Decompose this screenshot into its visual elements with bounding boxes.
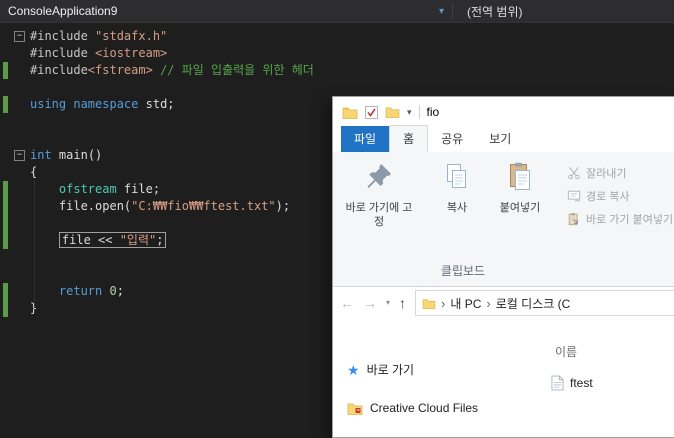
copy-label: 복사 (446, 202, 468, 214)
navigation-bar: ← → ▾ ↑ › 내 PC › 로컬 디스크 (C (333, 287, 674, 319)
code-line[interactable]: #include<fstream> // 파일 입출력을 위한 헤더 (0, 62, 674, 79)
fold-gutter: − (8, 147, 30, 164)
code-line[interactable]: − #include "stdafx.h" (0, 28, 674, 45)
pin-to-quick-access-button[interactable]: 바로 가기에 고정 (341, 160, 417, 231)
explorer-content: ★ 바로 가기 Creative Cloud Files 이름 ftest (333, 319, 674, 437)
column-header-name[interactable]: 이름 (555, 343, 577, 360)
copy-path-icon (567, 189, 581, 203)
code-line-text: int main() (30, 148, 103, 162)
paste-shortcut-label: 바로 가기 붙여넣기 (586, 214, 674, 226)
breadcrumb-item-drive[interactable]: 로컬 디스크 (C (496, 295, 571, 312)
paste-button[interactable]: 붙여넣기 (487, 160, 553, 217)
clipboard-small-buttons: 잘라내기 경로 복사 바로 가기 붙여넣기 (567, 160, 673, 228)
code-line-text: { (30, 165, 38, 179)
sidebar-item-creative-cloud-files[interactable]: Creative Cloud Files (347, 401, 478, 415)
fold-gutter (8, 96, 30, 113)
copy-path-button[interactable]: 경로 복사 (567, 187, 673, 205)
fold-gutter (8, 62, 30, 79)
code-line-text: using namespace std; (30, 97, 175, 111)
tab-view[interactable]: 보기 (476, 126, 524, 152)
quick-access-label: 바로 가기 (366, 363, 415, 377)
breadcrumb-chevron-icon: › (441, 295, 446, 311)
window-title: fio (426, 105, 440, 119)
up-button[interactable]: ↑ (399, 296, 406, 310)
fold-gutter (8, 181, 30, 198)
star-icon: ★ (347, 361, 360, 378)
code-line-text: file.open("C:₩₩fio₩₩ftest.txt"); (30, 199, 291, 213)
address-bar[interactable]: › 내 PC › 로컬 디스크 (C (415, 290, 674, 316)
file-explorer-window: ▾ fio 파일 홈 공유 보기 바로 가기에 고정 복사 붙여넣기 잘라내기 … (332, 96, 674, 438)
copy-button[interactable]: 복사 (431, 160, 483, 217)
fold-collapse-icon[interactable]: − (14, 31, 25, 42)
creative-cloud-folder-icon (347, 402, 363, 415)
file-name: ftest (570, 376, 593, 390)
breadcrumb-chevron-icon: › (486, 295, 491, 311)
member-scope-dropdown[interactable]: (전역 범위) (453, 0, 674, 22)
fold-gutter (8, 45, 30, 62)
quick-access-toolbar-caret-icon[interactable]: ▾ (407, 107, 412, 118)
pin-label: 바로 가기에 고정 (345, 202, 413, 228)
new-folder-icon[interactable] (385, 106, 400, 118)
project-scope-dropdown[interactable]: ConsoleApplication9 ▾ (0, 0, 452, 22)
explorer-titlebar[interactable]: ▾ fio (333, 97, 674, 127)
editor-navigation-bar: ConsoleApplication9 ▾ (전역 범위) (0, 0, 674, 23)
address-folder-icon (422, 298, 436, 309)
copy-icon (435, 162, 479, 198)
code-line[interactable] (0, 79, 674, 96)
sidebar-item-quick-access[interactable]: ★ 바로 가기 (347, 361, 414, 378)
tab-share[interactable]: 공유 (428, 126, 476, 152)
paste-icon (491, 162, 549, 198)
fold-gutter (8, 266, 30, 283)
fold-gutter (8, 232, 30, 249)
divider (418, 105, 420, 119)
history-dropdown-icon[interactable]: ▾ (386, 299, 390, 307)
fold-gutter (8, 130, 30, 147)
copy-path-label: 경로 복사 (586, 191, 630, 203)
statement-highlight-box: file << "입력"; (58, 232, 167, 248)
code-line-text: #include "stdafx.h" (30, 29, 168, 43)
fold-gutter (8, 198, 30, 215)
fold-gutter: − (8, 28, 30, 45)
indent-guide (34, 181, 35, 310)
forward-button[interactable]: → (363, 296, 377, 310)
breadcrumb-item-pc[interactable]: 내 PC (450, 295, 481, 312)
back-button[interactable]: ← (340, 296, 354, 310)
chevron-down-icon: ▾ (438, 5, 444, 17)
fold-gutter (8, 113, 30, 130)
window-folder-icon (342, 106, 358, 119)
creative-cloud-label: Creative Cloud Files (370, 401, 479, 415)
paste-shortcut-icon (567, 212, 581, 226)
cut-button[interactable]: 잘라내기 (567, 164, 673, 182)
code-line[interactable]: #include <iostream> (0, 45, 674, 62)
ribbon-group-label-clipboard: 클립보드 (440, 264, 486, 278)
fold-collapse-icon[interactable]: − (14, 150, 25, 161)
fold-gutter (8, 283, 30, 300)
ribbon-home: 바로 가기에 고정 복사 붙여넣기 잘라내기 경로 복사 바로 가기 붙여넣기 … (333, 152, 674, 287)
scope-label: (전역 범위) (467, 4, 523, 19)
properties-check-icon[interactable] (365, 105, 378, 119)
code-line-text: return 0; (58, 284, 124, 298)
fold-gutter (8, 164, 30, 181)
paste-label: 붙여넣기 (499, 202, 541, 214)
cut-label: 잘라내기 (586, 168, 627, 180)
paste-shortcut-button[interactable]: 바로 가기 붙여넣기 (567, 210, 673, 228)
fold-gutter (8, 249, 30, 266)
code-line-text: #include<fstream> // 파일 입출력을 위한 헤더 (30, 63, 314, 77)
fold-gutter (8, 215, 30, 232)
scissors-icon (567, 166, 581, 180)
tab-home[interactable]: 홈 (389, 125, 429, 153)
fold-gutter (8, 79, 30, 96)
ribbon-tab-bar: 파일 홈 공유 보기 (333, 125, 674, 153)
code-line-text: file << "입력"; (30, 232, 167, 249)
code-line-text: #include <iostream> (30, 46, 168, 60)
tab-file[interactable]: 파일 (341, 126, 390, 152)
fold-gutter (8, 300, 30, 317)
file-item-ftest[interactable]: ftest (551, 375, 593, 391)
file-icon (551, 375, 564, 391)
project-name: ConsoleApplication9 (8, 4, 118, 18)
code-line-text: ofstream file; (58, 182, 161, 196)
pushpin-icon (345, 162, 413, 198)
